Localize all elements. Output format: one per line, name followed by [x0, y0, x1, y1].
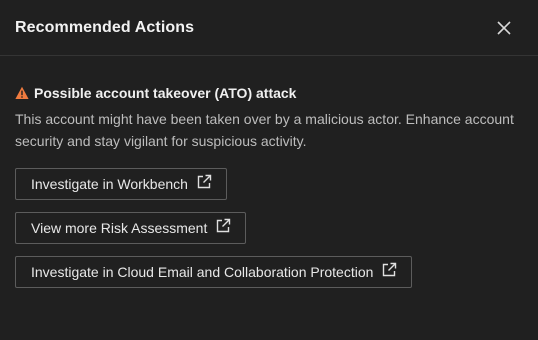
- view-more-risk-assessment-button[interactable]: View more Risk Assessment: [15, 212, 247, 244]
- alert-heading: Possible account takeover (ATO) attack: [15, 84, 523, 102]
- action-label: View more Risk Assessment: [31, 220, 208, 236]
- action-label: Investigate in Workbench: [31, 176, 188, 192]
- external-link-icon: [381, 262, 397, 278]
- investigate-in-cloud-email-button[interactable]: Investigate in Cloud Email and Collabora…: [15, 256, 413, 288]
- external-link-icon: [215, 218, 231, 234]
- action-list: Investigate in Workbench View more Risk …: [15, 168, 523, 300]
- panel-title: Recommended Actions: [15, 18, 195, 36]
- close-icon: [497, 20, 511, 35]
- recommended-actions-panel: Recommended Actions Possible account tak…: [0, 0, 538, 340]
- panel-body: Possible account takeover (ATO) attack T…: [0, 56, 538, 300]
- external-link-icon: [196, 174, 212, 190]
- alert-description: This account might have been taken over …: [15, 111, 514, 149]
- panel-header: Recommended Actions: [0, 0, 538, 56]
- action-label: Investigate in Cloud Email and Collabora…: [31, 264, 374, 280]
- warning-triangle-icon: [15, 86, 29, 100]
- close-button[interactable]: [492, 16, 516, 40]
- alert-title: Possible account takeover (ATO) attack: [34, 85, 297, 101]
- investigate-in-workbench-button[interactable]: Investigate in Workbench: [15, 168, 227, 200]
